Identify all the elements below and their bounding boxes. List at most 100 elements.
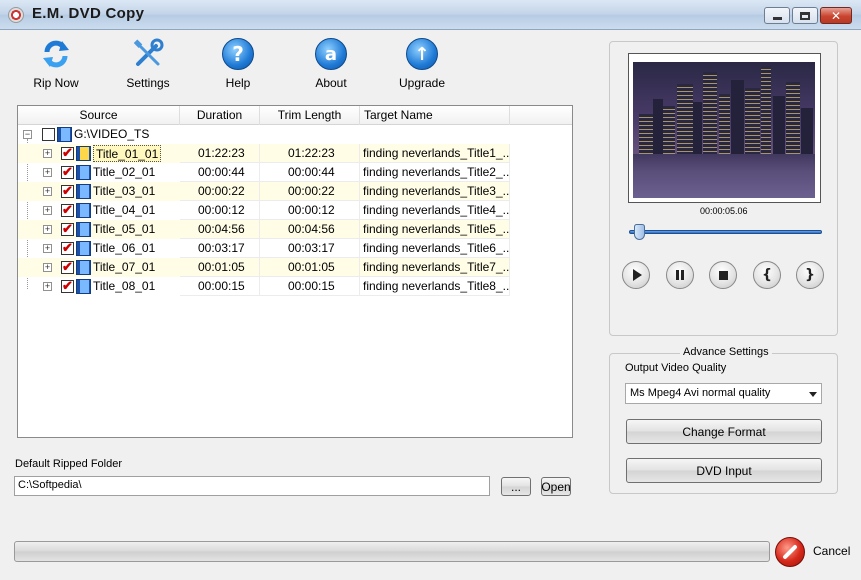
row-title: Title_05_01 [93, 222, 156, 236]
row-trim: 00:00:12 [260, 201, 360, 220]
row-trim: 00:00:22 [260, 182, 360, 201]
row-title: Title_02_01 [93, 165, 156, 179]
city-night-frame [633, 62, 815, 198]
pause-button[interactable] [666, 261, 694, 289]
film-icon [76, 279, 91, 294]
output-quality-select[interactable]: Ms Mpeg4 Avi normal quality [625, 383, 822, 404]
minimize-button[interactable] [764, 7, 790, 24]
play-button[interactable] [622, 261, 650, 289]
row-duration: 00:00:22 [180, 182, 260, 201]
upgrade-up-arrow-icon: ↑ [406, 38, 438, 70]
table-row[interactable]: + Title_04_01 00:00:12 00:00:12 finding … [18, 201, 510, 220]
row-duration: 00:04:56 [180, 220, 260, 239]
about-button[interactable]: a About [296, 38, 366, 90]
table-row[interactable]: + Title_07_01 00:01:05 00:01:05 finding … [18, 258, 510, 277]
mark-end-button[interactable]: } [796, 261, 824, 289]
playback-timecode: 00:00:05.06 [700, 206, 748, 216]
row-checkbox[interactable] [61, 164, 74, 180]
table-row[interactable]: + Title_02_01 00:00:44 00:00:44 finding … [18, 163, 510, 182]
maximize-button[interactable] [792, 7, 818, 24]
row-trim: 00:03:17 [260, 239, 360, 258]
film-icon [76, 203, 91, 218]
column-duration[interactable]: Duration [180, 106, 260, 125]
row-checkbox[interactable] [61, 259, 74, 275]
title-bar: E.M. DVD Copy ✕ [0, 0, 861, 30]
about-a-icon: a [315, 38, 347, 70]
minimize-icon [772, 17, 782, 20]
default-folder-label: Default Ripped Folder [15, 458, 123, 470]
root-path: G:\VIDEO_TS [74, 127, 150, 141]
upgrade-button[interactable]: ↑ Upgrade [387, 38, 457, 90]
row-checkbox[interactable] [61, 221, 74, 237]
film-icon [76, 241, 91, 256]
expand-icon[interactable]: + [43, 149, 52, 158]
rip-progress-bar [14, 541, 770, 562]
expand-icon[interactable]: + [43, 282, 52, 291]
expand-icon[interactable]: + [43, 263, 52, 272]
table-row[interactable]: + Title_01_01 01:22:23 01:22:23 finding … [18, 144, 510, 163]
stop-icon [718, 270, 728, 280]
column-source[interactable]: Source [18, 106, 180, 125]
change-format-button[interactable]: Change Format [626, 419, 822, 444]
row-title: Title_04_01 [93, 203, 156, 217]
row-checkbox[interactable] [61, 183, 74, 199]
seek-slider-handle[interactable] [634, 224, 646, 240]
settings-button[interactable]: Settings [113, 38, 183, 90]
help-button[interactable]: ? Help [203, 38, 273, 90]
expand-icon[interactable]: + [43, 187, 52, 196]
rip-now-label: Rip Now [33, 76, 79, 90]
mark-start-icon: { [762, 267, 772, 283]
column-target-name[interactable]: Target Name [360, 106, 510, 125]
close-button[interactable]: ✕ [820, 7, 852, 24]
root-checkbox[interactable] [42, 128, 55, 141]
help-label: Help [225, 76, 251, 90]
rip-now-button[interactable]: Rip Now [21, 38, 91, 90]
row-checkbox[interactable] [61, 240, 74, 256]
row-title: Title_07_01 [93, 260, 156, 274]
row-trim: 00:01:05 [260, 258, 360, 277]
default-folder-input[interactable]: C:\Softpedia\ [14, 476, 490, 496]
about-label: About [315, 76, 347, 90]
row-duration: 00:00:44 [180, 163, 260, 182]
table-row[interactable]: + Title_03_01 00:00:22 00:00:22 finding … [18, 182, 510, 201]
cancel-button-label[interactable]: Cancel [813, 544, 850, 558]
expand-icon[interactable]: + [43, 168, 52, 177]
row-target: finding neverlands_Title6_... [360, 239, 510, 258]
expand-icon[interactable]: + [43, 225, 52, 234]
row-target: finding neverlands_Title3_... [360, 182, 510, 201]
tree-root-row[interactable]: − G:\VIDEO_TS [18, 125, 510, 144]
question-mark-icon: ? [222, 38, 254, 70]
stop-button[interactable] [709, 261, 737, 289]
film-icon [76, 260, 91, 275]
row-checkbox[interactable] [61, 145, 74, 161]
dvd-input-button[interactable]: DVD Input [626, 458, 822, 483]
title-list-grid[interactable]: Source Duration Trim Length Target Name … [17, 105, 573, 438]
expand-icon[interactable]: + [43, 244, 52, 253]
row-title: Title_03_01 [93, 184, 156, 198]
chevron-down-icon [809, 392, 817, 397]
table-row[interactable]: + Title_05_01 00:04:56 00:04:56 finding … [18, 220, 510, 239]
expand-icon[interactable]: + [43, 206, 52, 215]
close-icon: ✕ [830, 8, 842, 23]
cancel-stop-icon[interactable] [775, 537, 805, 567]
column-spacer [510, 106, 572, 125]
browse-button[interactable]: ... [501, 477, 531, 496]
mark-start-button[interactable]: { [753, 261, 781, 289]
collapse-icon[interactable]: − [23, 130, 32, 139]
row-checkbox[interactable] [61, 278, 74, 294]
row-checkbox[interactable] [61, 202, 74, 218]
column-trim-length[interactable]: Trim Length [260, 106, 360, 125]
table-row[interactable]: + Title_08_01 00:00:15 00:00:15 finding … [18, 277, 510, 296]
seek-track[interactable] [629, 230, 822, 234]
row-target: finding neverlands_Title2_... [360, 163, 510, 182]
film-icon [76, 165, 91, 180]
output-quality-value: Ms Mpeg4 Avi normal quality [630, 387, 771, 399]
table-row[interactable]: + Title_06_01 00:03:17 00:03:17 finding … [18, 239, 510, 258]
open-folder-button[interactable]: Open [541, 477, 571, 496]
video-preview [628, 53, 821, 203]
row-target: finding neverlands_Title8_... [360, 277, 510, 296]
row-trim: 00:00:44 [260, 163, 360, 182]
row-duration: 00:03:17 [180, 239, 260, 258]
row-target: finding neverlands_Title4_... [360, 201, 510, 220]
film-icon [76, 146, 91, 161]
